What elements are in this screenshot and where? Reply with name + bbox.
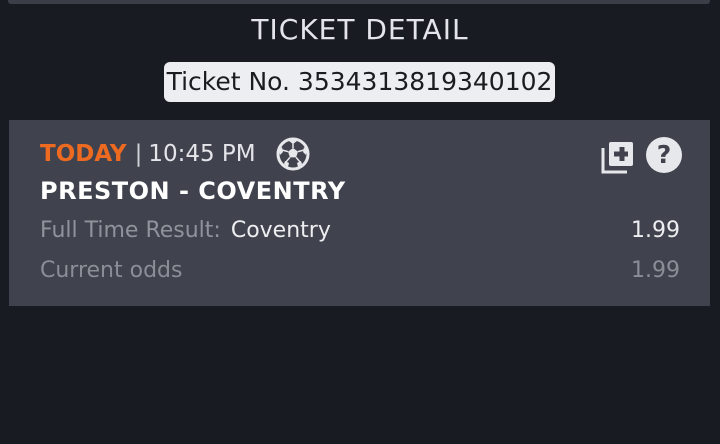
top-divider <box>8 0 710 4</box>
help-icon[interactable]: ? <box>646 137 682 173</box>
market-row: Full Time Result: Coventry <box>40 218 331 243</box>
time-separator: | <box>134 141 143 167</box>
page-title: TICKET DETAIL <box>251 13 469 46</box>
add-to-betslip-icon[interactable] <box>600 139 636 175</box>
odds-value: 1.99 <box>631 218 680 243</box>
day-label: TODAY <box>40 141 127 167</box>
match-name: PRESTON - COVENTRY <box>40 177 346 205</box>
market-label: Full Time Result: <box>40 218 221 243</box>
bet-card: TODAY | 10:45 PM PRESTON - COVENTRY Full… <box>9 120 710 306</box>
match-time-row: TODAY | 10:45 PM <box>40 137 310 171</box>
current-odds-label: Current odds <box>40 258 183 283</box>
match-time: 10:45 PM <box>148 141 256 167</box>
soccer-ball-icon <box>276 137 310 171</box>
selection-value: Coventry <box>230 218 331 243</box>
current-odds-value: 1.99 <box>631 258 680 283</box>
ticket-number-badge: Ticket No. 3534313819340102 <box>164 62 555 102</box>
